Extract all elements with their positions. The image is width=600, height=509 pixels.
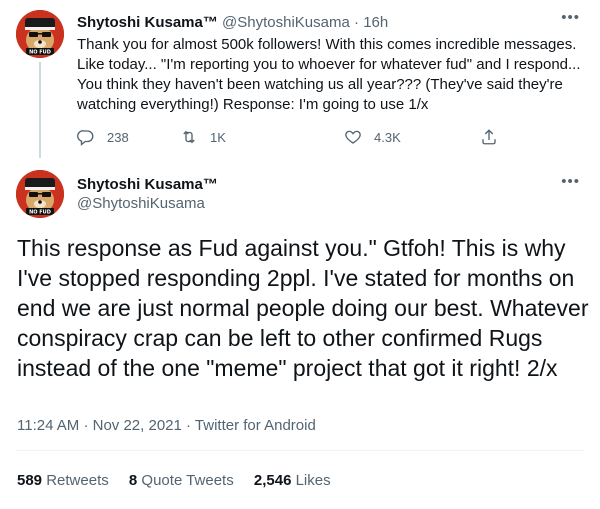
retweet-icon	[183, 130, 195, 144]
thread-line	[39, 62, 41, 158]
quote-tweets-count: 8	[128, 472, 138, 489]
likes-label: Likes	[295, 472, 331, 489]
avatar-image: NO FUD	[16, 170, 64, 218]
more-icon[interactable]: •••	[561, 9, 580, 26]
retweet-count: 1K	[210, 129, 226, 145]
avatar-badge-text: NO FUD	[29, 50, 51, 56]
avatar-badge-text: NO FUD	[29, 210, 51, 216]
handle[interactable]: @ShytoshiKusama	[77, 194, 205, 214]
tweet-date[interactable]: Nov 22, 2021	[93, 417, 182, 434]
handle[interactable]: @ShytoshiKusama	[222, 14, 350, 31]
tweet-time[interactable]: 11:24 AM	[17, 417, 79, 434]
retweets-count: 589	[17, 472, 43, 489]
main-tweet: NO FUD Shytoshi Kusama™ @ShytoshiKusama …	[0, 158, 600, 509]
parent-tweet[interactable]: NO FUD Shytoshi Kusama™ @ShytoshiKusama …	[0, 0, 600, 158]
display-name[interactable]: Shytoshi Kusama™	[77, 175, 218, 195]
reply-count: 238	[107, 129, 129, 145]
tweet-text: This response as Fud against you." Gtfoh…	[17, 235, 589, 381]
separator: ·	[186, 417, 192, 434]
retweets-label: Retweets	[46, 472, 109, 489]
like-button[interactable]: 4.3K	[344, 128, 401, 146]
more-icon[interactable]: •••	[561, 173, 580, 190]
share-icon	[482, 129, 496, 145]
separator: ·	[354, 14, 360, 31]
display-name[interactable]: Shytoshi Kusama™	[77, 14, 218, 31]
avatar[interactable]: NO FUD	[16, 170, 64, 218]
separator: ·	[83, 417, 89, 434]
engagement-stats: 589 Retweets 8 Quote Tweets 2,546 Likes	[17, 471, 347, 491]
like-count: 4.3K	[374, 129, 401, 145]
retweets-stat[interactable]: 589 Retweets	[17, 472, 113, 489]
share-button[interactable]	[480, 128, 510, 146]
retweet-button[interactable]: 1K	[180, 128, 226, 146]
tweet-meta: 11:24 AM · Nov 22, 2021 · Twitter for An…	[17, 416, 316, 436]
reply-button[interactable]: 238	[77, 128, 129, 146]
quote-tweets-stat[interactable]: 8 Quote Tweets	[129, 472, 238, 489]
like-icon	[345, 130, 361, 144]
likes-count: 2,546	[253, 472, 292, 489]
avatar-image: NO FUD	[16, 10, 64, 58]
reply-icon	[77, 130, 94, 146]
likes-stat[interactable]: 2,546 Likes	[254, 472, 331, 489]
avatar[interactable]: NO FUD	[16, 10, 64, 58]
action-bar: 238 1K 4.3K	[77, 128, 497, 148]
quote-tweets-label: Quote Tweets	[141, 472, 234, 489]
divider	[16, 450, 584, 451]
tweet-text: Thank you for almost 500k followers! Wit…	[77, 36, 581, 113]
tweet-header: Shytoshi Kusama™ @ShytoshiKusama · 16h	[77, 13, 388, 33]
timestamp[interactable]: 16h	[363, 14, 388, 31]
tweet-source[interactable]: Twitter for Android	[195, 417, 316, 434]
